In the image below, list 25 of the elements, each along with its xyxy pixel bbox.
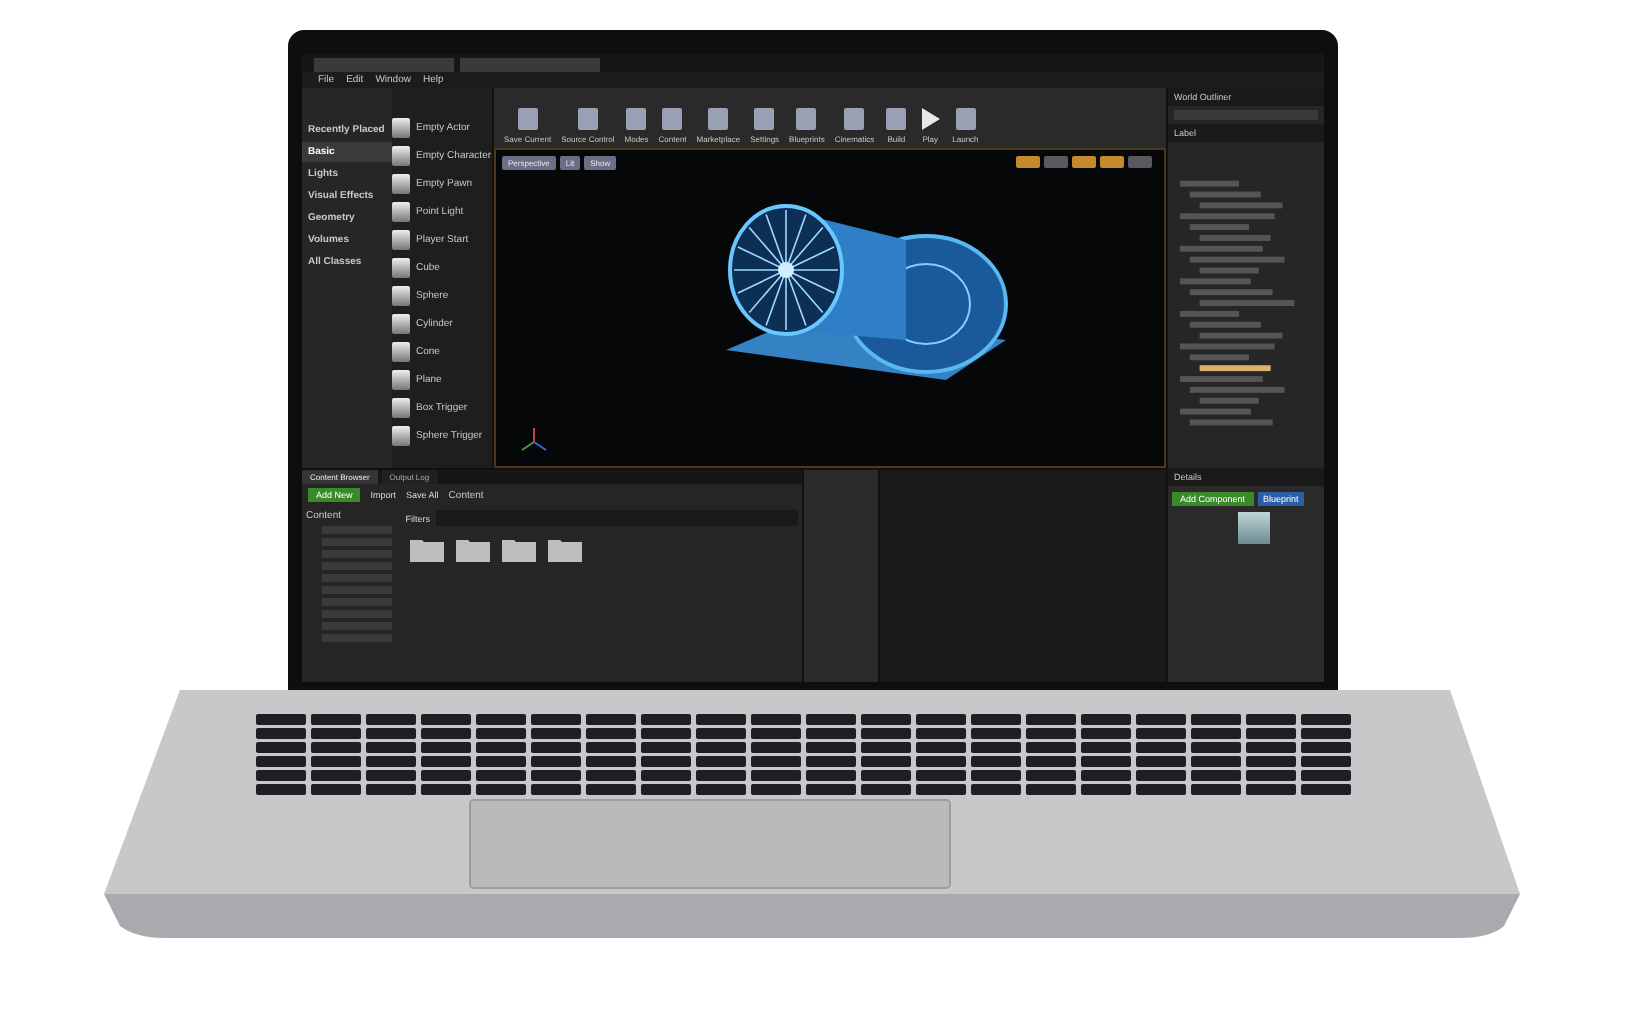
tool-icon [706,106,731,132]
snap-toggle[interactable] [1100,156,1124,168]
tool-icon [953,106,978,132]
document-tab[interactable] [314,58,454,72]
tool-icon [842,106,867,132]
folder-icon[interactable] [501,536,536,562]
folder-icon[interactable] [409,536,444,562]
mesh-thumbnail [1238,512,1270,544]
snap-toggle[interactable] [1044,156,1068,168]
tool-icon [794,106,819,132]
document-tab[interactable] [460,58,600,72]
snap-toggle[interactable] [1128,156,1152,168]
tool-icon [884,106,909,132]
touchpad[interactable] [469,799,951,889]
snap-toggle[interactable] [1072,156,1096,168]
folder-icon[interactable] [455,536,490,562]
play-icon [918,106,943,132]
tool-icon [660,106,685,132]
tool-icon [752,106,777,132]
tool-icon [624,106,649,132]
axis-gizmo-icon [520,426,548,454]
tool-icon [575,106,600,132]
tool-icon [515,106,540,132]
folder-icon[interactable] [547,536,582,562]
snap-toggle[interactable] [1016,156,1040,168]
